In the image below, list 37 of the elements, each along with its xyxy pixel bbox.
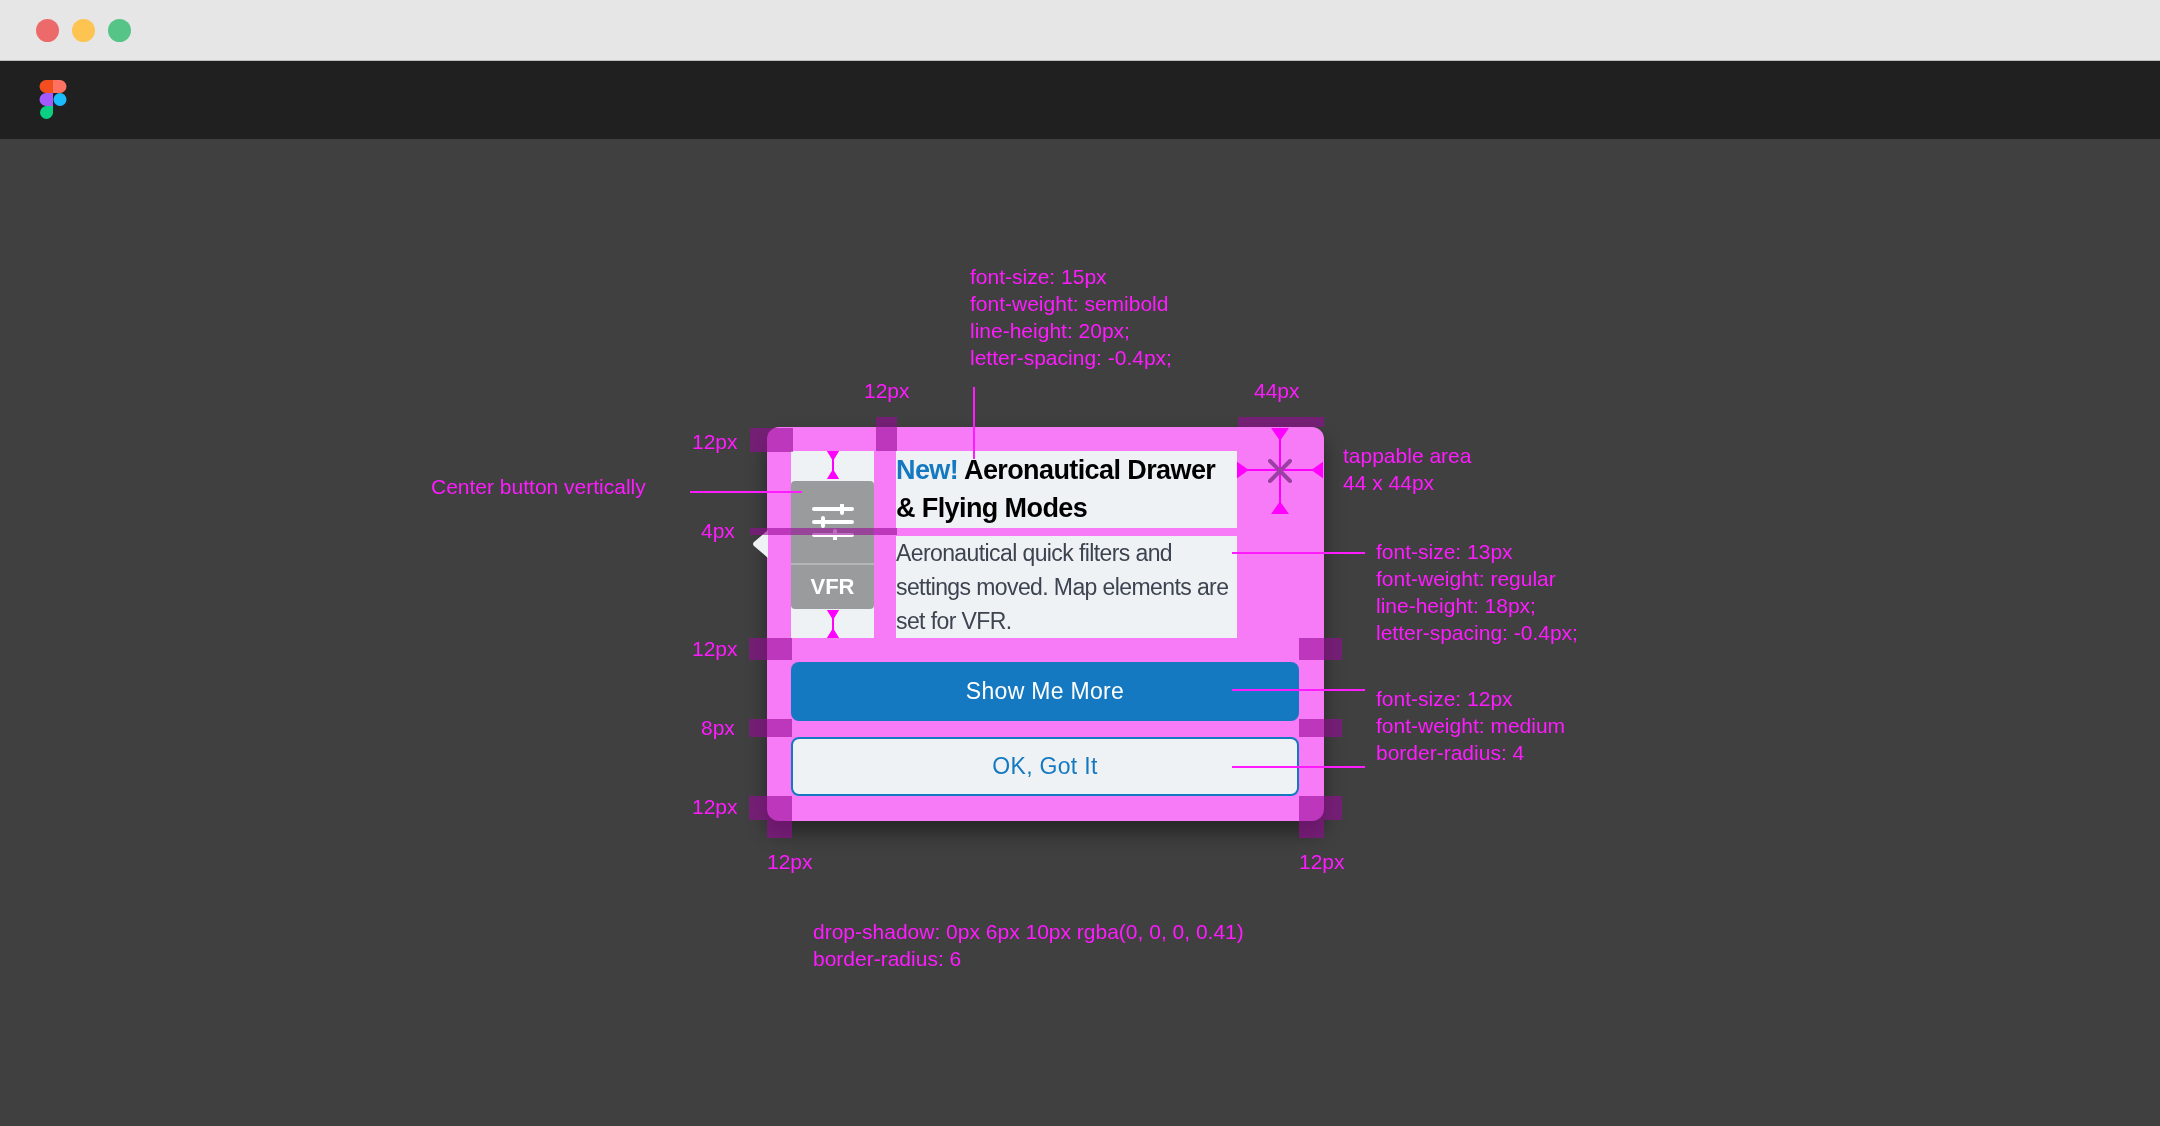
- close-icon[interactable]: [1268, 459, 1292, 483]
- leader-line: [973, 387, 975, 459]
- sliders-icon: [810, 503, 855, 540]
- spacing-marker: [876, 417, 897, 451]
- spacing-marker: [749, 638, 792, 660]
- spacing-marker: [1299, 638, 1342, 660]
- spec-note: 12px: [767, 849, 813, 875]
- mode-label: VFR: [809, 572, 856, 601]
- dismiss-button[interactable]: OK, Got It: [791, 737, 1299, 796]
- measure-arrow: [826, 451, 839, 479]
- close-window-button[interactable]: [36, 18, 59, 42]
- spec-note: Center button vertically: [431, 474, 646, 500]
- spec-note: 44px: [1254, 378, 1300, 404]
- spec-note: 12px: [692, 636, 738, 662]
- spec-note: tappable area 44 x 44px: [1343, 443, 1472, 496]
- pointer-icon: [752, 530, 768, 558]
- logo-icon[interactable]: [39, 80, 67, 120]
- spec-note: 12px: [692, 429, 738, 455]
- spacing-marker: [750, 428, 793, 452]
- tooltip-title: New! Aeronautical Drawer & Flying Modes: [896, 451, 1237, 528]
- measure-arrow: [826, 610, 839, 638]
- show-more-button[interactable]: Show Me More: [791, 662, 1299, 721]
- zoom-window-button[interactable]: [108, 18, 131, 42]
- spacing-marker: [1299, 719, 1342, 737]
- mode-button[interactable]: VFR: [791, 480, 874, 609]
- spec-note: 8px: [701, 715, 735, 741]
- minimize-window-button[interactable]: [72, 18, 95, 42]
- spacing-marker: [749, 719, 792, 737]
- spec-note: 4px: [701, 518, 735, 544]
- spec-note: font-size: 13px font-weight: regular line-height: 18px; letter-spacing: -0.4px;: [1376, 539, 1578, 646]
- tooltip-body: Aeronautical quick filters and settings moved. Map elements are set for VFR.: [896, 536, 1237, 638]
- spec-note: 12px: [1299, 849, 1345, 875]
- spec-note: font-size: 15px font-weight: semibold line-height: 20px; letter-spacing: -0.4px;: [970, 264, 1172, 371]
- spec-note: drop-shadow: 0px 6px 10px rgba(0, 0, 0, 0.41) border-radius: 6: [813, 919, 1244, 972]
- spec-note: 12px: [692, 794, 738, 820]
- spec-note: 12px: [864, 378, 910, 404]
- spec-note: font-size: 12px font-weight: medium border-radius: 4: [1376, 686, 1566, 766]
